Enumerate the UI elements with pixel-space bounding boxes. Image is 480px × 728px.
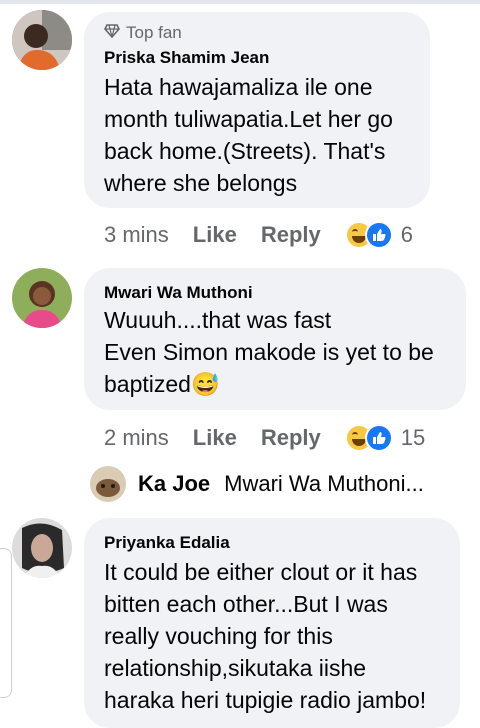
comment-line: Hata hawajamaliza ile one	[104, 74, 373, 100]
avatar[interactable]	[12, 10, 72, 70]
reply-text: Mwari Wa Muthoni...	[224, 471, 424, 496]
comment-line: month tuliwapatia.Let her go	[104, 106, 393, 132]
comment-line: Wuuuh....that was fast	[104, 307, 332, 333]
comment-bubble: Top fan Priska Shamim Jean Hata hawajama…	[84, 12, 430, 208]
reply-preview[interactable]: Ka Joe Mwari Wa Muthoni...	[90, 466, 424, 502]
comment-author[interactable]: Priyanka Edalia	[104, 533, 230, 553]
reply-button[interactable]: Reply	[261, 425, 321, 451]
reaction-summary[interactable]: 15	[344, 424, 426, 452]
avatar[interactable]	[12, 268, 72, 328]
comment-line: where she belongs	[104, 170, 298, 196]
comment-line: relationship,sikutaka iishe	[104, 655, 367, 681]
comment-line: haraka heri tupigie radio jambo!	[104, 687, 427, 713]
comment-line: baptized😅	[104, 371, 220, 397]
comment-line: Even Simon makode is yet to be	[104, 339, 434, 365]
reaction-count: 15	[400, 425, 426, 450]
comment-bubble: Priyanka Edalia It could be either clout…	[84, 518, 460, 728]
scrollbar[interactable]	[0, 548, 12, 698]
comment-bubble: Mwari Wa Muthoni Wuuuh....that was fast …	[84, 268, 466, 410]
badge-label: Top fan	[126, 23, 182, 42]
comment-actions: 3 mins Like Reply 6	[104, 220, 413, 250]
diamond-icon	[104, 23, 120, 43]
comment-line: bitten each other...But I was	[104, 591, 388, 617]
comment-author[interactable]: Priska Shamim Jean	[104, 48, 269, 68]
comment-line: back home.(Streets). That's	[104, 138, 386, 164]
comment-text: Wuuuh....that was fast Even Simon makode…	[104, 304, 464, 400]
comment-line: It could be either clout or it has	[104, 559, 418, 585]
comment-time[interactable]: 2 mins	[104, 425, 169, 451]
avatar[interactable]	[12, 518, 72, 578]
comment-text: Hata hawajamaliza ile one month tuliwapa…	[104, 71, 424, 199]
comment-line: really vouching for this	[104, 623, 333, 649]
top-divider	[0, 0, 480, 4]
like-button[interactable]: Like	[193, 425, 237, 451]
comment-author[interactable]: Mwari Wa Muthoni	[104, 283, 253, 303]
reply-author[interactable]: Ka Joe	[138, 471, 210, 497]
comment-time[interactable]: 3 mins	[104, 222, 169, 248]
like-button[interactable]: Like	[193, 222, 237, 248]
comment-actions: 2 mins Like Reply 15	[104, 423, 425, 453]
like-reaction-icon	[364, 221, 393, 249]
reaction-summary[interactable]: 6	[344, 221, 413, 249]
comment-text: It could be either clout or it has bitte…	[104, 556, 456, 716]
reply-button[interactable]: Reply	[261, 222, 321, 248]
top-fan-badge: Top fan	[104, 23, 182, 43]
like-reaction-icon	[364, 424, 393, 452]
avatar	[90, 466, 126, 502]
reaction-count: 6	[400, 222, 413, 247]
